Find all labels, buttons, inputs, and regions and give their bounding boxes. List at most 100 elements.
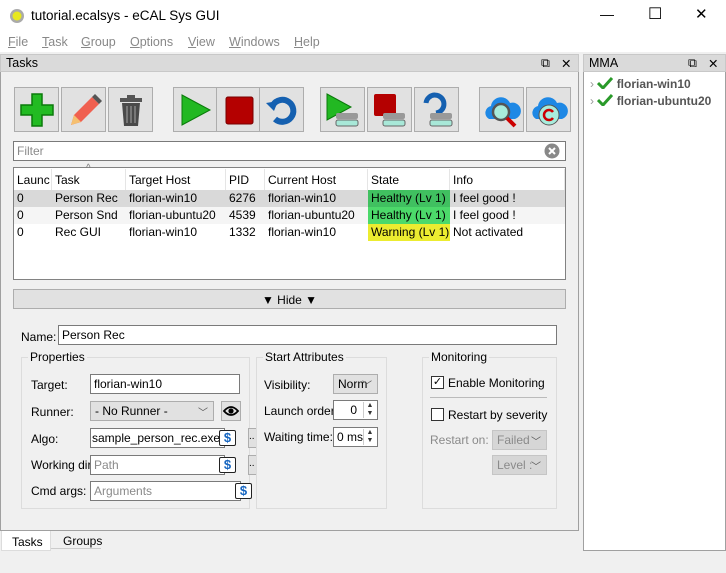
expand-icon[interactable]: ›	[590, 94, 594, 108]
tasks-dock-title: Tasks ⧉ ✕	[0, 54, 579, 72]
restart-on-label: Restart on:	[430, 433, 489, 447]
restart-severity-checkbox[interactable]	[431, 408, 444, 421]
refresh-hosts-button[interactable]	[526, 87, 571, 132]
col-pid[interactable]: PID	[226, 169, 265, 190]
waiting-time-value: 0 ms	[337, 430, 364, 444]
spin-arrows-icon[interactable]: ▲ ▼	[363, 429, 376, 445]
enable-monitoring-checkbox[interactable]: ✓	[431, 376, 444, 389]
start-attributes-title: Start Attributes	[263, 350, 346, 364]
menu-view[interactable]: View	[188, 35, 215, 49]
float-button[interactable]: ⧉	[688, 56, 697, 71]
host-name: florian-win10	[616, 77, 691, 91]
waiting-time-label: Waiting time:	[264, 430, 333, 444]
host-item[interactable]: › florian-ubuntu20	[590, 93, 712, 108]
search-hosts-button[interactable]	[479, 87, 524, 132]
host-item[interactable]: › florian-win10	[590, 76, 691, 91]
cell-task: Rec GUI	[55, 225, 102, 239]
env-variable-icon[interactable]: $	[219, 457, 236, 473]
expand-icon[interactable]: ›	[590, 77, 594, 91]
stop-all-icon	[374, 94, 406, 127]
check-icon	[597, 93, 614, 108]
cell-pid: 1332	[229, 225, 256, 239]
hide-button[interactable]: ▼ Hide ▼	[13, 289, 566, 309]
level-combo[interactable]: Level : ﹀	[492, 455, 547, 475]
workdir-input[interactable]: Path	[90, 455, 225, 475]
start-all-button[interactable]	[320, 87, 365, 132]
cell-launch: 0	[17, 208, 24, 222]
cell-state: Healthy (Lv 1)	[368, 190, 450, 207]
float-button[interactable]: ⧉	[541, 56, 550, 71]
clear-icon[interactable]	[544, 143, 560, 159]
launch-order-value: 0	[350, 403, 357, 417]
stop-all-button[interactable]	[367, 87, 412, 132]
name-input[interactable]: Person Rec	[58, 325, 557, 345]
algo-label: Algo:	[31, 432, 59, 446]
target-input[interactable]: florian-win10	[90, 374, 240, 394]
remove-task-button[interactable]	[108, 87, 153, 132]
col-current-host[interactable]: Current Host	[265, 169, 368, 190]
restart-severity-label[interactable]: Restart by severity	[448, 408, 547, 422]
launch-order-spinbox[interactable]: 0 ▲ ▼	[333, 400, 378, 420]
eye-button[interactable]	[221, 401, 241, 421]
menu-group[interactable]: Group	[81, 35, 116, 49]
runner-combo[interactable]: - No Runner - ﹀	[90, 401, 214, 421]
env-variable-icon[interactable]: $	[235, 483, 252, 499]
trash-icon	[120, 95, 142, 126]
minimize-button[interactable]: —	[600, 6, 614, 22]
plus-icon	[20, 93, 54, 127]
host-name: florian-ubuntu20	[616, 94, 712, 108]
menu-task[interactable]: Task	[42, 35, 68, 49]
restart-task-button[interactable]	[259, 87, 304, 132]
filter-input[interactable]: Filter	[13, 141, 566, 161]
cell-current: florian-win10	[268, 191, 337, 205]
cloud-refresh-icon	[532, 97, 568, 126]
env-variable-icon[interactable]: $	[219, 430, 236, 446]
cloud-search-icon	[485, 97, 521, 128]
chevron-down-icon: ﹀	[531, 462, 541, 473]
menu-windows[interactable]: Windows	[229, 35, 280, 49]
check-icon	[597, 76, 614, 91]
separator	[430, 397, 547, 398]
mma-dock-label: MMA	[589, 56, 619, 70]
stop-task-button[interactable]	[216, 87, 261, 132]
maximize-button[interactable]: ☐	[648, 4, 662, 24]
workdir-label: Working dir:	[31, 458, 95, 472]
dock-close-button[interactable]: ✕	[708, 56, 718, 71]
cmd-args-label: Cmd args:	[31, 484, 87, 498]
edit-task-button[interactable]	[61, 87, 106, 132]
cell-launch: 0	[17, 225, 24, 239]
dock-close-button[interactable]: ✕	[561, 56, 571, 71]
start-task-button[interactable]	[173, 87, 218, 132]
restart-all-button[interactable]	[414, 87, 459, 132]
cell-info: I feel good !	[453, 208, 516, 222]
menu-file[interactable]: File	[8, 35, 28, 49]
tab-groups[interactable]: Groups	[51, 531, 102, 549]
runner-label: Runner:	[31, 405, 74, 419]
visibility-combo[interactable]: Norm ﹀	[333, 374, 378, 394]
col-launch[interactable]: Launc	[14, 169, 52, 190]
filter-placeholder: Filter	[17, 144, 44, 158]
tasks-dock-label: Tasks	[6, 56, 38, 70]
tasks-table: Launc Task ^ Target Host PID Current Hos…	[13, 163, 566, 280]
col-state[interactable]: State	[368, 169, 450, 190]
add-task-button[interactable]	[14, 87, 59, 132]
close-button[interactable]: ✕	[695, 5, 708, 23]
stop-icon	[225, 96, 254, 125]
cell-state: Warning (Lv 1)	[368, 224, 450, 241]
tab-tasks[interactable]: Tasks	[1, 531, 51, 551]
menu-options[interactable]: Options	[130, 35, 173, 49]
visibility-label: Visibility:	[264, 378, 311, 392]
cmd-args-placeholder: Arguments	[94, 484, 153, 498]
restart-on-combo[interactable]: Failed ﹀	[492, 430, 547, 450]
col-target-host[interactable]: Target Host	[126, 169, 226, 190]
menu-help[interactable]: Help	[294, 35, 320, 49]
title-bar: tutorial.ecalsys - eCAL Sys GUI — ☐ ✕	[0, 0, 726, 32]
col-info[interactable]: Info	[450, 169, 565, 190]
enable-monitoring-label[interactable]: Enable Monitoring	[448, 376, 545, 390]
spin-arrows-icon[interactable]: ▲ ▼	[363, 402, 376, 418]
algo-input[interactable]: sample_person_rec.exe	[90, 428, 225, 448]
waiting-time-spinbox[interactable]: 0 ms ▲ ▼	[333, 427, 378, 447]
menu-bar: File Task Group Options View Windows Hel…	[0, 32, 726, 52]
cell-target: florian-win10	[129, 225, 198, 239]
cmd-args-input[interactable]: Arguments	[90, 481, 241, 501]
